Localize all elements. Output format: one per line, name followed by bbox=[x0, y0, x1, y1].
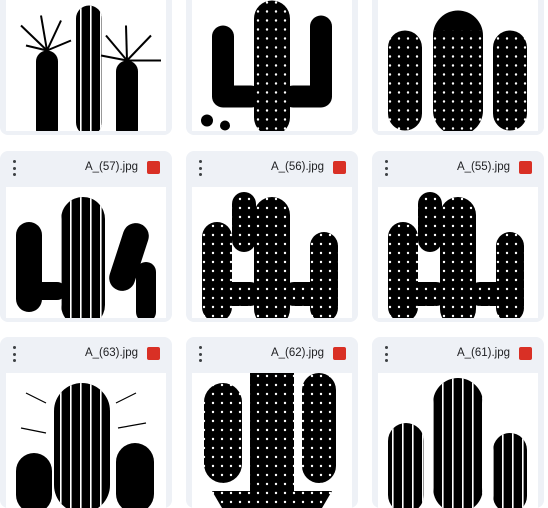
more-options-icon[interactable] bbox=[8, 346, 20, 362]
file-grid: A_(57).jpg A_(56).jpg A_(55).jpg A_(63).… bbox=[0, 0, 548, 508]
file-name: A_(63).jpg bbox=[84, 347, 138, 359]
card-header: A_(63).jpg bbox=[0, 337, 172, 371]
image-file-icon bbox=[147, 347, 160, 360]
file-thumbnail[interactable] bbox=[192, 187, 352, 318]
file-card[interactable] bbox=[186, 0, 358, 135]
file-name: A_(61).jpg bbox=[456, 347, 510, 359]
card-header: A_(62).jpg bbox=[186, 337, 358, 371]
file-name: A_(62).jpg bbox=[270, 347, 324, 359]
file-card[interactable]: A_(56).jpg bbox=[186, 151, 358, 322]
more-options-icon[interactable] bbox=[380, 346, 392, 362]
cactus-image bbox=[201, 0, 332, 131]
file-card[interactable] bbox=[372, 0, 544, 135]
more-options-icon[interactable] bbox=[194, 160, 206, 176]
cactus-image bbox=[388, 192, 524, 318]
image-file-icon bbox=[519, 347, 532, 360]
file-thumbnail[interactable] bbox=[6, 373, 166, 508]
file-card[interactable]: A_(57).jpg bbox=[0, 151, 172, 322]
file-name: A_(56).jpg bbox=[270, 161, 324, 173]
file-thumbnail[interactable] bbox=[6, 0, 166, 131]
file-card[interactable]: A_(61).jpg bbox=[372, 337, 544, 508]
file-card[interactable]: A_(63).jpg bbox=[0, 337, 172, 508]
card-header: A_(61).jpg bbox=[372, 337, 544, 371]
file-name: A_(55).jpg bbox=[456, 161, 510, 173]
file-thumbnail[interactable] bbox=[378, 187, 538, 318]
image-file-icon bbox=[333, 161, 346, 174]
file-thumbnail[interactable] bbox=[192, 0, 352, 131]
card-header: A_(55).jpg bbox=[372, 151, 544, 185]
cactus-image bbox=[202, 192, 338, 318]
cactus-image bbox=[16, 383, 154, 508]
file-thumbnail[interactable] bbox=[378, 0, 538, 131]
cactus-image bbox=[388, 378, 527, 508]
image-file-icon bbox=[333, 347, 346, 360]
cactus-image bbox=[16, 197, 156, 318]
card-header: A_(57).jpg bbox=[0, 151, 172, 185]
image-file-icon bbox=[147, 161, 160, 174]
more-options-icon[interactable] bbox=[194, 346, 206, 362]
file-card[interactable]: A_(55).jpg bbox=[372, 151, 544, 322]
cactus-image bbox=[20, 5, 161, 131]
image-file-icon bbox=[519, 161, 532, 174]
card-header: A_(56).jpg bbox=[186, 151, 358, 185]
file-thumbnail[interactable] bbox=[6, 187, 166, 318]
file-thumbnail[interactable] bbox=[192, 373, 352, 508]
file-thumbnail[interactable] bbox=[378, 373, 538, 508]
more-options-icon[interactable] bbox=[380, 160, 392, 176]
cactus-image bbox=[388, 10, 527, 131]
more-options-icon[interactable] bbox=[8, 160, 20, 176]
file-card[interactable] bbox=[0, 0, 172, 135]
file-name: A_(57).jpg bbox=[84, 161, 138, 173]
file-card[interactable]: A_(62).jpg bbox=[186, 337, 358, 508]
cactus-image bbox=[204, 373, 336, 508]
